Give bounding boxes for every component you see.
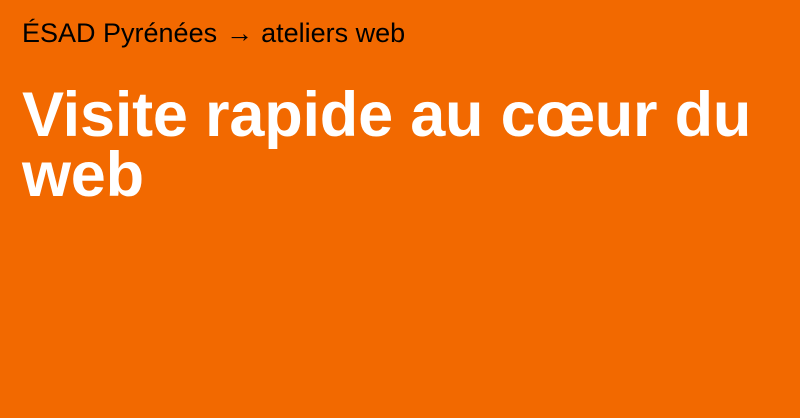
site-name: ÉSAD Pyrénées bbox=[22, 18, 218, 48]
page-title: Visite rapide au cœur du web bbox=[22, 80, 752, 210]
arrow-right-icon: → bbox=[226, 18, 254, 48]
share-card: ÉSAD Pyrénées → ateliers web Visite rapi… bbox=[0, 0, 800, 418]
breadcrumb: ÉSAD Pyrénées → ateliers web bbox=[22, 16, 776, 50]
section-name: ateliers web bbox=[261, 18, 406, 48]
